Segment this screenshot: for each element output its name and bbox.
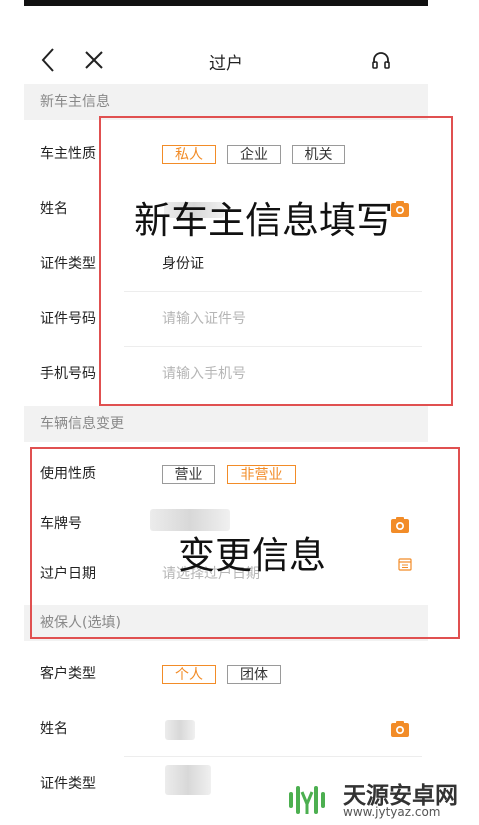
owner-nature-label: 车主性质 <box>40 146 96 162</box>
section-title: 车辆信息变更 <box>40 416 124 432</box>
headset-icon[interactable] <box>370 50 392 72</box>
annotation-label-change: 变更信息 <box>178 534 326 577</box>
android-logo-icon <box>289 786 325 814</box>
annotation-label-new-owner: 新车主信息填写 <box>134 199 393 242</box>
watermark: 天源安卓网 www.jytyaz.com <box>285 774 475 822</box>
status-bar <box>24 0 428 6</box>
customer-type-group-tag[interactable]: 团体 <box>227 665 281 684</box>
insured-name-input[interactable] <box>165 720 195 740</box>
page-title: 过户 <box>209 54 243 74</box>
owner-name-label: 姓名 <box>40 201 68 217</box>
section-title: 新车主信息 <box>40 94 110 110</box>
customer-type-row: 客户类型 个人 团体 <box>24 647 428 702</box>
owner-phone-label: 手机号码 <box>40 366 96 382</box>
insured-id-type-label: 证件类型 <box>40 776 96 792</box>
camera-icon[interactable] <box>390 719 410 739</box>
insured-name-label: 姓名 <box>40 721 68 737</box>
owner-id-number-label: 证件号码 <box>40 311 96 327</box>
section-new-owner: 新车主信息 <box>24 84 428 120</box>
insured-name-row: 姓名 <box>24 702 428 757</box>
insured-id-type-value[interactable] <box>165 765 211 795</box>
section-vehicle-change: 车辆信息变更 <box>24 406 428 442</box>
customer-type-individual-tag[interactable]: 个人 <box>162 665 216 684</box>
customer-type-label: 客户类型 <box>40 666 96 682</box>
annotation-box-new-owner <box>99 116 453 406</box>
nav-bar: 过户 <box>24 40 428 84</box>
owner-id-type-label: 证件类型 <box>40 256 96 272</box>
watermark-url: www.jytyaz.com <box>343 805 441 819</box>
